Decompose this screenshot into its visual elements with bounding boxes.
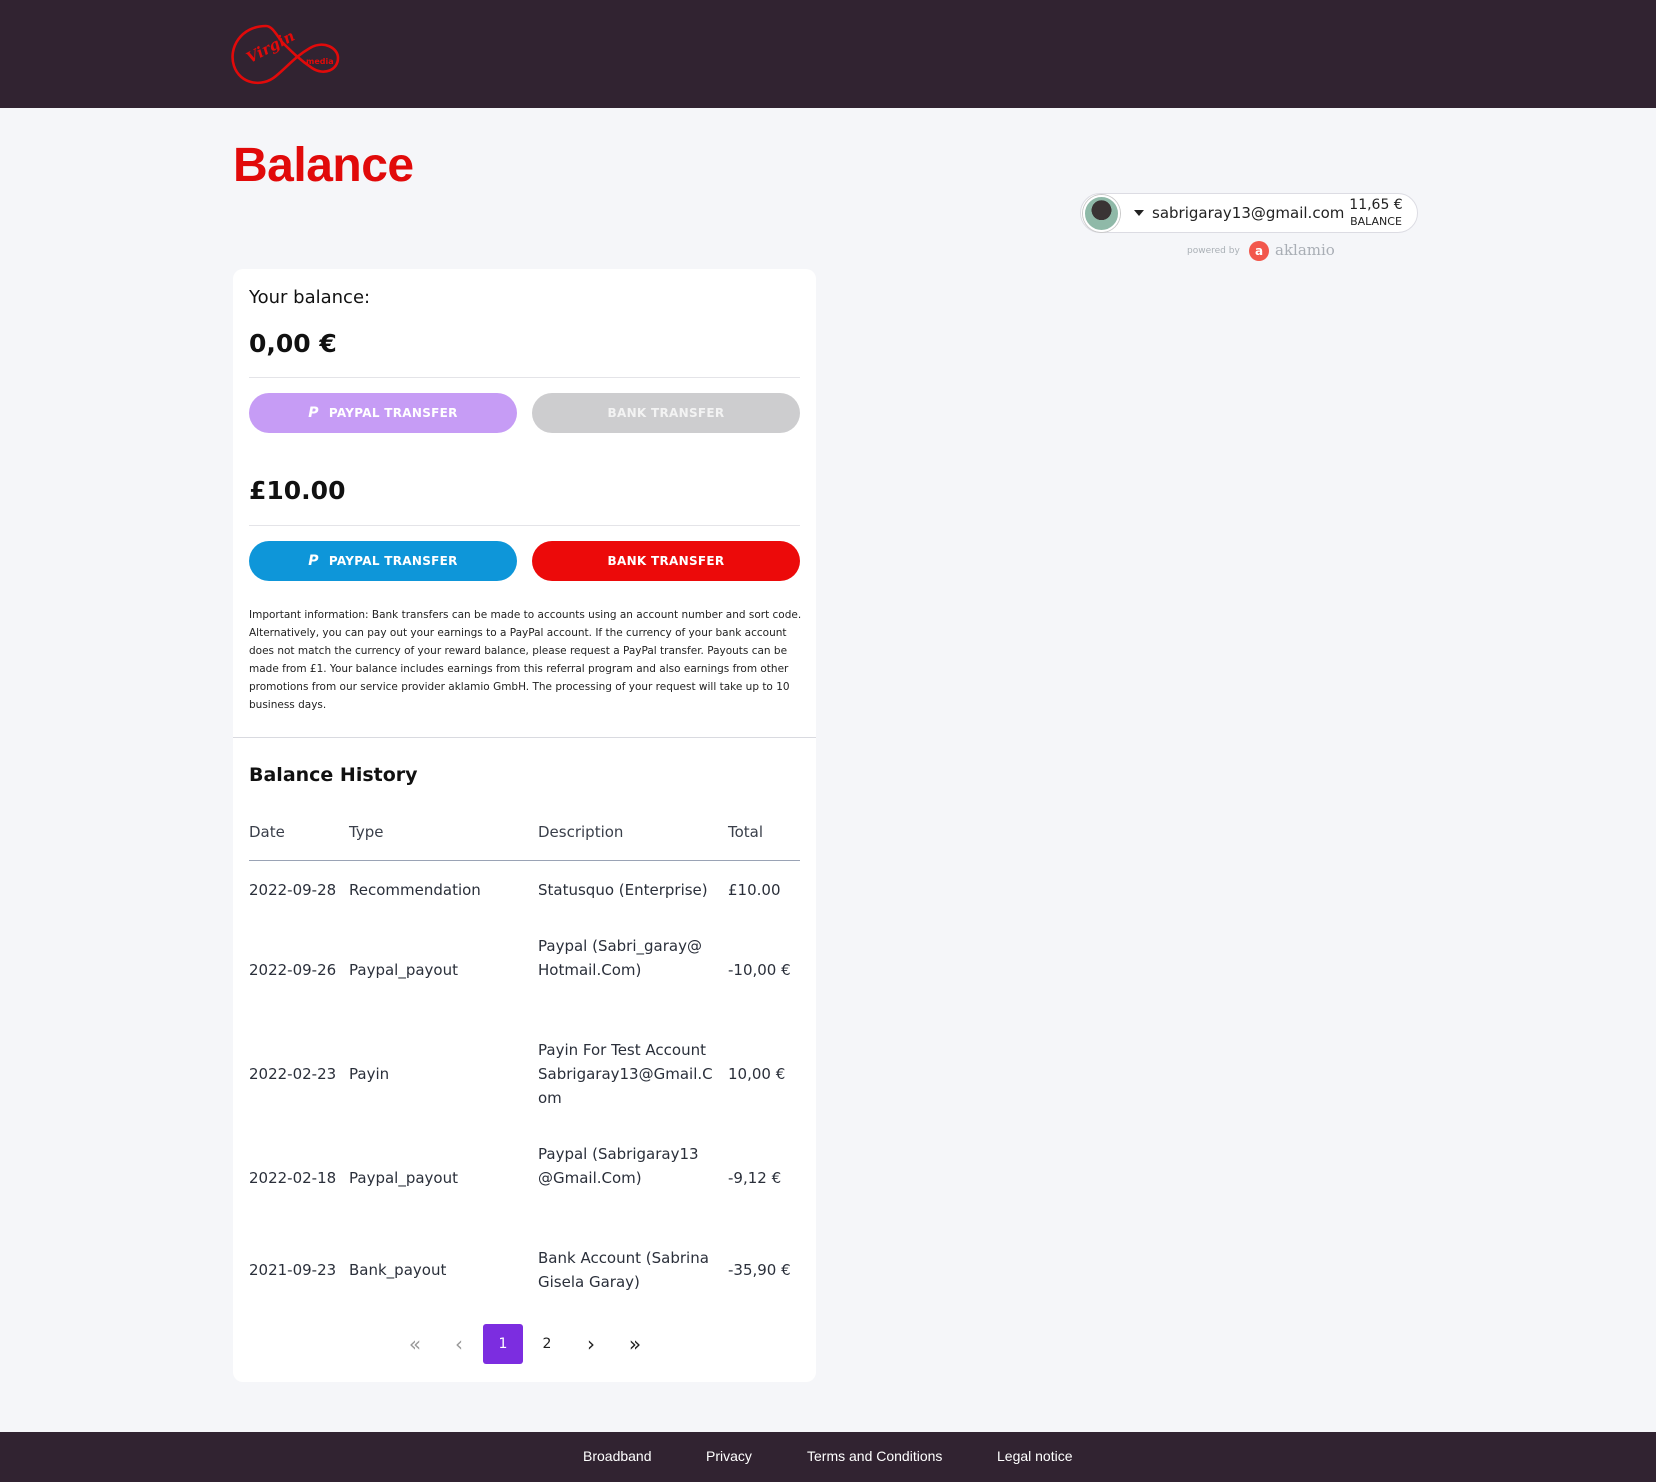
cell-description: Paypal (Sabrigaray13@Gmail.Com) [538,1145,699,1187]
footer-link-legal-notice[interactable]: Legal notice [997,1448,1073,1464]
footer-link-terms[interactable]: Terms and Conditions [807,1448,942,1464]
paypal-transfer-button-eur[interactable]: P PAYPAL TRANSFER [249,393,517,433]
cell-type: Recommendation [349,881,481,899]
cell-description: Bank Account (Sabrina Gisela Garay) [538,1249,709,1291]
pagination-page-2[interactable]: 2 [527,1324,567,1364]
paypal-icon: P [308,553,319,569]
account-menu[interactable]: sabrigaray13@gmail.com 11,65 € BALANCE [1080,193,1418,233]
pagination-page-1[interactable]: 1 [483,1324,523,1364]
svg-text:Virgin: Virgin [243,27,297,67]
paypal-transfer-label: PAYPAL TRANSFER [328,554,458,568]
bank-transfer-button-gbp[interactable]: BANK TRANSFER [532,541,800,581]
divider [249,377,800,378]
cell-date: 2022-09-26 [249,961,337,979]
column-header-description: Description [538,823,624,841]
balance-label: Your balance: [249,287,371,308]
cell-description: Statusquo (Enterprise) [538,881,708,899]
paypal-transfer-button-gbp[interactable]: P PAYPAL TRANSFER [249,541,517,581]
avatar [1083,195,1120,232]
page-title: Balance [233,139,414,192]
column-header-date: Date [249,823,285,841]
cell-total: 10,00 € [728,1065,786,1083]
important-information: Important information: Bank transfers ca… [249,609,802,711]
account-balance-label: BALANCE [1350,215,1402,228]
cell-total: -35,90 € [728,1261,791,1279]
virgin-media-logo[interactable]: Virgin media [226,18,342,92]
bank-transfer-button-eur[interactable]: BANK TRANSFER [532,393,800,433]
cell-date: 2022-09-28 [249,881,337,899]
column-header-type: Type [349,823,384,841]
gbp-balance-amount: £10.00 [249,476,346,505]
paypal-transfer-label: PAYPAL TRANSFER [328,406,458,420]
account-balance-value: 11,65 € [1349,197,1403,213]
pagination-next-icon[interactable]: › [571,1324,611,1364]
aklamio-name: aklamio [1275,241,1335,259]
paypal-icon: P [308,405,319,421]
cell-type: Payin [349,1065,390,1083]
pagination-first-icon[interactable]: « [395,1324,435,1364]
footer: Broadband Privacy Terms and Conditions L… [0,1432,1656,1482]
svg-text:media: media [306,57,334,66]
balance-card: Your balance: 0,00 € P PAYPAL TRANSFER BA… [233,269,816,1382]
cell-date: 2022-02-18 [249,1169,337,1187]
bank-transfer-label: BANK TRANSFER [607,406,725,420]
divider [249,525,800,526]
pagination-prev-icon[interactable]: ‹ [439,1324,479,1364]
cell-date: 2022-02-23 [249,1065,337,1083]
cell-type: Paypal_payout [349,961,458,979]
section-divider [233,737,816,738]
table-header-rule [249,860,800,861]
cell-description: Payin For Test Account Sabrigaray13@Gmai… [538,1041,713,1107]
powered-by-label: powered by [1187,246,1240,256]
bank-transfer-label: BANK TRANSFER [607,554,725,568]
cell-total: -9,12 € [728,1169,782,1187]
cell-type: Paypal_payout [349,1169,458,1187]
cell-total: £10.00 [728,881,781,899]
cell-type: Bank_payout [349,1261,447,1279]
caret-down-icon[interactable] [1134,210,1144,216]
cell-total: -10,00 € [728,961,791,979]
column-header-total: Total [728,823,764,841]
eur-balance-amount: 0,00 € [249,329,337,358]
account-email: sabrigaray13@gmail.com [1152,204,1345,222]
footer-link-privacy[interactable]: Privacy [706,1448,752,1464]
balance-history-title: Balance History [249,764,418,786]
aklamio-logo-icon: a [1249,241,1269,261]
cell-date: 2021-09-23 [249,1261,337,1279]
footer-link-broadband[interactable]: Broadband [583,1448,652,1464]
cell-description: Paypal (Sabri_garay@Hotmail.Com) [538,937,702,979]
top-bar: Virgin media [0,0,1656,108]
pagination-last-icon[interactable]: » [615,1324,655,1364]
